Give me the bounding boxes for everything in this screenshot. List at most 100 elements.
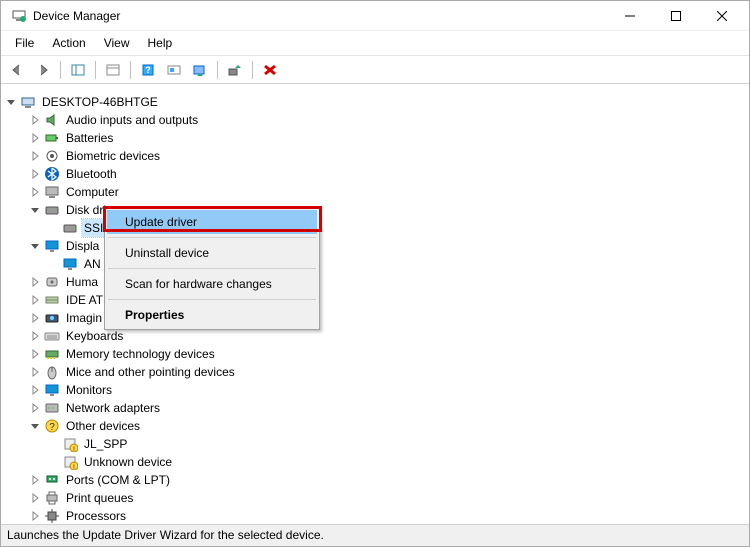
tree-item-label: Processors bbox=[64, 507, 128, 524]
tb-show-hide-tree-button[interactable] bbox=[66, 59, 90, 81]
cm-uninstall-device[interactable]: Uninstall device bbox=[107, 241, 317, 265]
tree-item-label: Unknown device bbox=[82, 453, 174, 471]
tb-back-button[interactable] bbox=[5, 59, 29, 81]
tree-item[interactable]: Print queues bbox=[3, 489, 749, 507]
tree-item[interactable]: Computer bbox=[3, 183, 749, 201]
tree-item-label: Bluetooth bbox=[64, 165, 119, 183]
tb-properties-button[interactable] bbox=[101, 59, 125, 81]
tree-item[interactable]: Network adapters bbox=[3, 399, 749, 417]
biometric-icon bbox=[44, 148, 60, 164]
other-icon: ? bbox=[44, 418, 60, 434]
tb-uninstall-button[interactable] bbox=[258, 59, 282, 81]
expand-toggle-icon[interactable] bbox=[29, 492, 41, 504]
tree-item[interactable]: Bluetooth bbox=[3, 165, 749, 183]
tb-add-legacy-button[interactable] bbox=[223, 59, 247, 81]
network-icon bbox=[44, 400, 60, 416]
expand-toggle-icon[interactable] bbox=[29, 330, 41, 342]
tb-scan-hardware-button[interactable] bbox=[162, 59, 186, 81]
expand-toggle-icon[interactable] bbox=[29, 168, 41, 180]
toolbar: ? bbox=[1, 56, 749, 84]
menu-action[interactable]: Action bbox=[44, 33, 93, 53]
printer-icon bbox=[44, 490, 60, 506]
display-icon bbox=[62, 256, 78, 272]
window-title: Device Manager bbox=[33, 9, 607, 23]
disk-icon bbox=[44, 202, 60, 218]
tree-item[interactable]: Memory technology devices bbox=[3, 345, 749, 363]
tree-item-label: Other devices bbox=[64, 417, 142, 435]
toolbar-sep bbox=[130, 61, 131, 79]
expand-toggle-icon[interactable] bbox=[29, 348, 41, 360]
toolbar-sep bbox=[252, 61, 253, 79]
context-menu: Update driver Uninstall device Scan for … bbox=[104, 207, 320, 330]
expand-toggle-icon[interactable] bbox=[29, 474, 41, 486]
tree-item-label: Memory technology devices bbox=[64, 345, 217, 363]
tree-root[interactable]: DESKTOP-46BHTGE bbox=[3, 93, 749, 111]
tree-item-label: Ports (COM & LPT) bbox=[64, 471, 172, 489]
expand-toggle-icon[interactable] bbox=[29, 366, 41, 378]
tree-item[interactable]: Biometric devices bbox=[3, 147, 749, 165]
toolbar-sep bbox=[95, 61, 96, 79]
expand-toggle-icon[interactable] bbox=[29, 132, 41, 144]
tree-item-label: AN bbox=[82, 255, 103, 273]
cpu-icon bbox=[44, 508, 60, 524]
expand-toggle-icon[interactable] bbox=[29, 294, 41, 306]
unknown-icon: ! bbox=[62, 436, 78, 452]
expand-toggle-icon[interactable] bbox=[29, 510, 41, 522]
minimize-button[interactable] bbox=[607, 1, 653, 31]
tree-item[interactable]: Audio inputs and outputs bbox=[3, 111, 749, 129]
cm-properties[interactable]: Properties bbox=[107, 303, 317, 327]
computer-icon bbox=[44, 184, 60, 200]
tree-item[interactable]: Monitors bbox=[3, 381, 749, 399]
expand-toggle-icon[interactable] bbox=[29, 420, 41, 432]
cm-sep bbox=[108, 237, 316, 238]
expand-toggle-icon[interactable] bbox=[29, 402, 41, 414]
tree-item[interactable]: !JL_SPP bbox=[3, 435, 749, 453]
tree-item[interactable]: Batteries bbox=[3, 129, 749, 147]
expand-toggle-icon[interactable] bbox=[29, 276, 41, 288]
expand-toggle-icon[interactable] bbox=[29, 240, 41, 252]
expand-toggle-icon[interactable] bbox=[29, 186, 41, 198]
toolbar-sep bbox=[60, 61, 61, 79]
maximize-button[interactable] bbox=[653, 1, 699, 31]
menu-view[interactable]: View bbox=[96, 33, 138, 53]
tree-item[interactable]: ? Other devices bbox=[3, 417, 749, 435]
tree-item-label: Huma bbox=[64, 273, 100, 291]
tree-item-label: IDE AT bbox=[64, 291, 105, 309]
tree-item[interactable]: Ports (COM & LPT) bbox=[3, 471, 749, 489]
cm-update-driver[interactable]: Update driver bbox=[107, 210, 317, 234]
svg-text:?: ? bbox=[49, 422, 55, 433]
svg-text:?: ? bbox=[145, 65, 151, 75]
menu-help[interactable]: Help bbox=[140, 33, 181, 53]
cm-scan-hardware[interactable]: Scan for hardware changes bbox=[107, 272, 317, 296]
tree-item-label: Audio inputs and outputs bbox=[64, 111, 200, 129]
tb-forward-button[interactable] bbox=[31, 59, 55, 81]
imaging-icon bbox=[44, 310, 60, 326]
expand-toggle-icon[interactable] bbox=[29, 150, 41, 162]
expand-toggle-icon[interactable] bbox=[29, 204, 41, 216]
unknown-icon: ! bbox=[62, 454, 78, 470]
app-icon bbox=[11, 8, 27, 24]
tb-help-button[interactable]: ? bbox=[136, 59, 160, 81]
keyboard-icon bbox=[44, 328, 60, 344]
tree-item[interactable]: Mice and other pointing devices bbox=[3, 363, 749, 381]
mouse-icon bbox=[44, 364, 60, 380]
tree-item-label: Network adapters bbox=[64, 399, 162, 417]
tree-item[interactable]: !Unknown device bbox=[3, 453, 749, 471]
menu-file[interactable]: File bbox=[7, 33, 42, 53]
expand-toggle-icon[interactable] bbox=[29, 114, 41, 126]
statusbar: Launches the Update Driver Wizard for th… bbox=[1, 524, 749, 546]
tree-item-label: Monitors bbox=[64, 381, 114, 399]
ports-icon bbox=[44, 472, 60, 488]
tree-item-label: Print queues bbox=[64, 489, 135, 507]
computer-icon bbox=[20, 94, 36, 110]
expand-toggle-icon bbox=[47, 456, 59, 468]
tb-update-driver-button[interactable] bbox=[188, 59, 212, 81]
battery-icon bbox=[44, 130, 60, 146]
expand-toggle-icon[interactable] bbox=[29, 384, 41, 396]
expand-toggle-icon[interactable] bbox=[5, 96, 17, 108]
menubar: File Action View Help bbox=[1, 31, 749, 56]
expand-toggle-icon[interactable] bbox=[29, 312, 41, 324]
tree-item[interactable]: Processors bbox=[3, 507, 749, 524]
tree-item-label: Displa bbox=[64, 237, 101, 255]
close-button[interactable] bbox=[699, 1, 745, 31]
